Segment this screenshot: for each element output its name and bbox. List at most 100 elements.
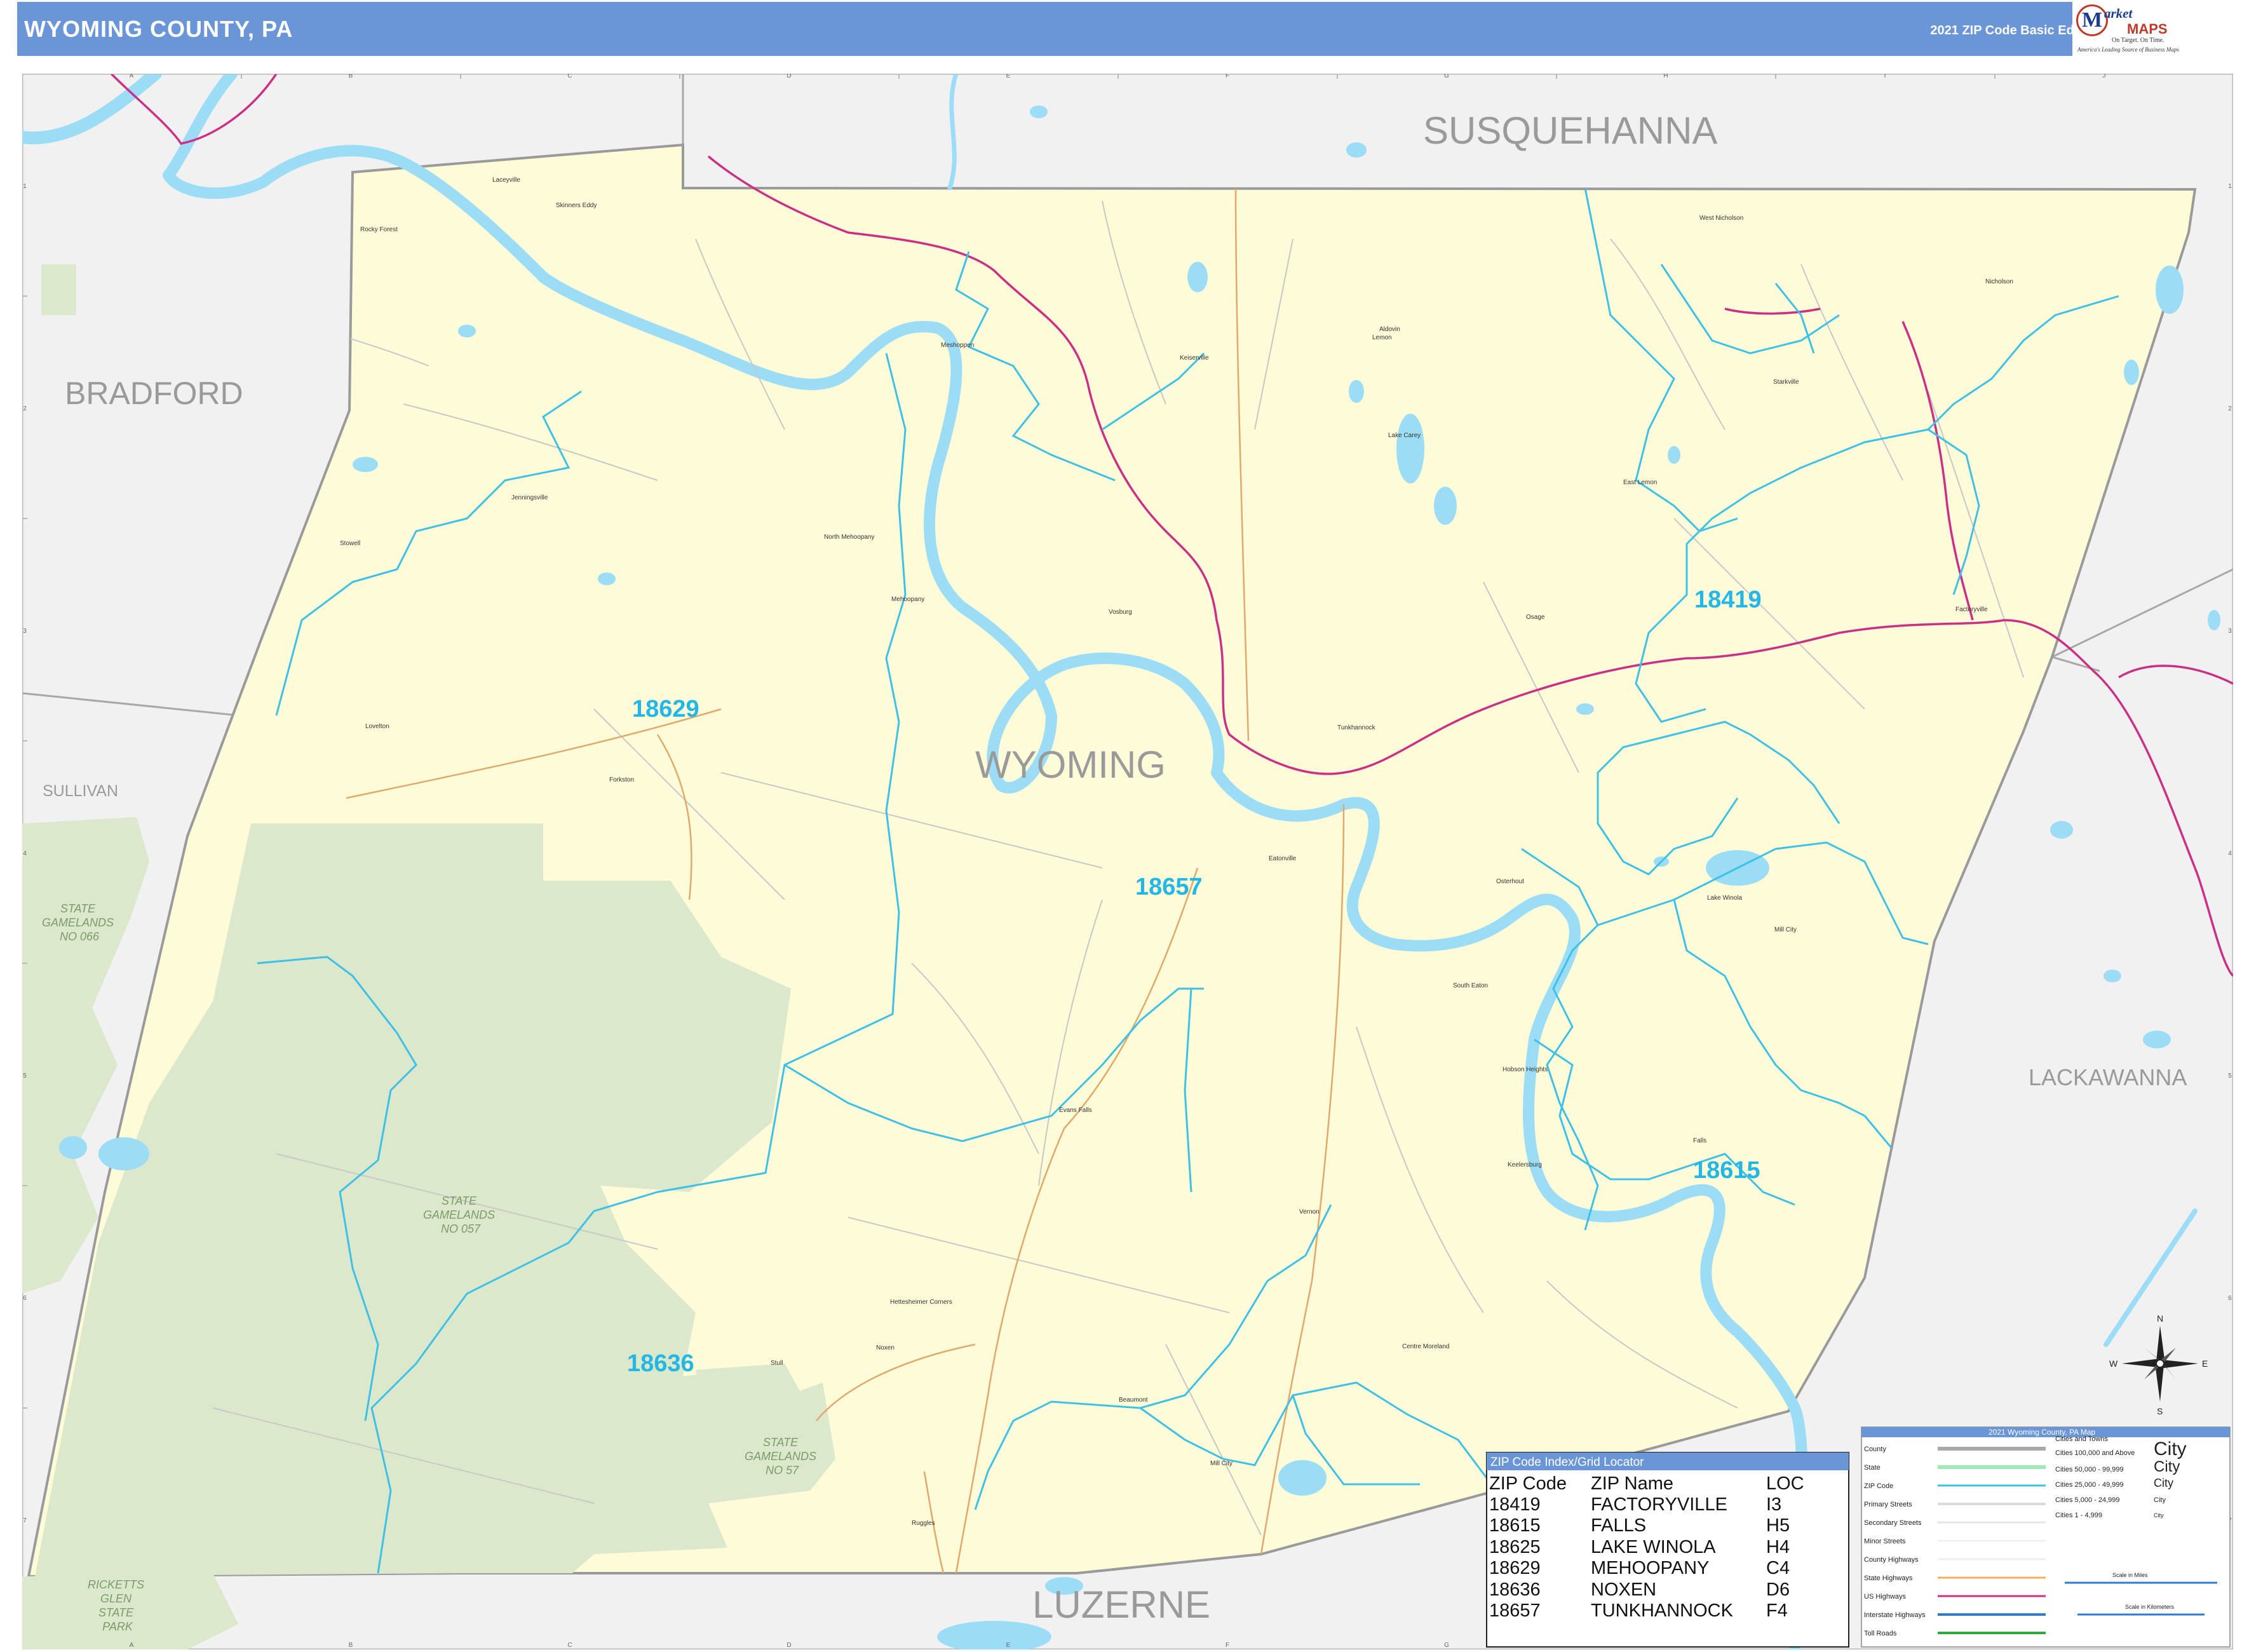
map-canvas[interactable]: A B C D E F G H I J A B C D E F G H I J … bbox=[22, 74, 2233, 1649]
grid-col-a-bottom: A bbox=[130, 1642, 134, 1649]
place-north-mehoopany: North Mehoopany bbox=[824, 534, 875, 541]
map-legend: 2021 Wyoming County, PA Map County State… bbox=[1861, 1426, 2231, 1648]
legend-city-sample-0: City bbox=[2154, 1439, 2187, 1459]
grid-col-g: G bbox=[1444, 74, 1449, 79]
grid-col-g-bottom: G bbox=[1444, 1642, 1449, 1649]
market-maps-logo: M arket MAPS On Target. On Time. America… bbox=[2072, 2, 2193, 56]
legend-label-zip: ZIP Code bbox=[1864, 1482, 1893, 1490]
grid-col-a: A bbox=[130, 74, 134, 79]
zip-label-18636: 18636 bbox=[627, 1350, 694, 1377]
legend-scale-miles-label: Scale in Miles bbox=[2112, 1572, 2148, 1578]
legend-city-range-4: Cities 1 - 4,999 bbox=[2055, 1512, 2102, 1519]
county-label-susquehanna: SUSQUEHANNA bbox=[1423, 109, 1717, 152]
zip-index-row-0-loc: I3 bbox=[1766, 1494, 1781, 1515]
legend-scale-km-label: Scale in Kilometers bbox=[2125, 1604, 2175, 1610]
header-bar: WYOMING COUNTY, PA 2021 ZIP Code Basic E… bbox=[17, 2, 2190, 56]
place-keelersburg: Keelersburg bbox=[1508, 1161, 1542, 1168]
grid-row-2: 2 bbox=[23, 405, 27, 412]
grid-col-f-bottom: F bbox=[1226, 1642, 1229, 1649]
zip-index-row-0-name: FACTORYVILLE bbox=[1591, 1494, 1727, 1515]
park-57-line2: GAMELANDS bbox=[745, 1450, 816, 1463]
county-label-wyoming: WYOMING bbox=[975, 743, 1166, 786]
legend-city-sample-1: City bbox=[2154, 1458, 2180, 1475]
place-keiserville: Keiserville bbox=[1180, 355, 1209, 362]
place-lake-winola: Lake Winola bbox=[1707, 895, 1742, 902]
zip-index-row-5-loc: F4 bbox=[1766, 1601, 1788, 1621]
grid-row-3-right: 3 bbox=[2228, 628, 2232, 635]
compass-w: W bbox=[2109, 1358, 2118, 1369]
place-mehoopany: Mehoopany bbox=[891, 596, 924, 603]
zip-index-row-5-code: 18657 bbox=[1489, 1601, 1541, 1621]
legend-cities-header: Cities and Towns bbox=[2055, 1435, 2108, 1443]
grid-row-6: 6 bbox=[23, 1295, 27, 1302]
place-osage: Osage bbox=[1526, 614, 1545, 621]
park-057-line2: GAMELANDS bbox=[423, 1209, 495, 1221]
place-aldovin: Aldovin bbox=[1379, 326, 1400, 333]
park-57-line3: NO 57 bbox=[766, 1464, 799, 1477]
zip-label-18615: 18615 bbox=[1693, 1157, 1760, 1184]
place-lake-carey: Lake Carey bbox=[1388, 432, 1421, 439]
grid-col-h: H bbox=[1663, 74, 1668, 79]
grid-col-i: I bbox=[1884, 74, 1886, 79]
legend-label-secondary: Secondary Streets bbox=[1864, 1519, 1922, 1527]
place-noxen: Noxen bbox=[876, 1344, 895, 1351]
legend-label-us-hwy: US Highways bbox=[1864, 1593, 1907, 1601]
grid-col-f: F bbox=[1226, 74, 1229, 79]
zip-index-table: ZIP Code Index/Grid Locator ZIP Code ZIP… bbox=[1486, 1452, 1849, 1648]
logo-maps: MAPS bbox=[2127, 21, 2168, 37]
zip-index-header-loc: LOC bbox=[1766, 1473, 1804, 1494]
grid-row-3: 3 bbox=[23, 628, 27, 635]
place-falls: Falls bbox=[1693, 1137, 1706, 1144]
park-057-line1: STATE bbox=[442, 1195, 477, 1207]
legend-label-county: County bbox=[1864, 1446, 1886, 1453]
place-mill-city-south: Mill City bbox=[1210, 1460, 1232, 1467]
place-ruggles: Ruggles bbox=[912, 1520, 935, 1527]
logo-subtag: America's Leading Source of Business Map… bbox=[2077, 46, 2179, 53]
contact-block bbox=[2193, 4, 2240, 53]
grid-col-e-bottom: E bbox=[1006, 1642, 1011, 1649]
park-rg-line3: STATE bbox=[98, 1606, 134, 1619]
compass-s: S bbox=[2157, 1406, 2163, 1416]
grid-row-7: 7 bbox=[23, 1517, 27, 1524]
zip-index-row-4-loc: D6 bbox=[1766, 1580, 1790, 1600]
grid-col-d-bottom: D bbox=[787, 1642, 791, 1649]
legend-label-primary: Primary Streets bbox=[1864, 1501, 1912, 1508]
place-forkston: Forkston bbox=[609, 776, 634, 783]
legend-label-toll: Toll Roads bbox=[1864, 1630, 1897, 1637]
place-beaumont: Beaumont bbox=[1119, 1397, 1148, 1404]
county-label-bradford: BRADFORD bbox=[65, 376, 243, 411]
zip-index-row-4-code: 18636 bbox=[1489, 1580, 1541, 1600]
legend-city-range-1: Cities 50,000 - 99,999 bbox=[2055, 1466, 2124, 1473]
grid-row-2-right: 2 bbox=[2228, 405, 2232, 412]
park-57-line1: STATE bbox=[763, 1436, 799, 1449]
place-south-eaton: South Eaton bbox=[1453, 982, 1488, 989]
place-rocky-forest: Rocky Forest bbox=[360, 226, 398, 233]
park-066-line2: GAMELANDS bbox=[42, 916, 114, 929]
place-jenningsville: Jenningsville bbox=[511, 494, 548, 501]
park-rg-line2: GLEN bbox=[100, 1592, 132, 1605]
place-hettesheimer-corners: Hettesheimer Corners bbox=[890, 1299, 952, 1306]
grid-row-4: 4 bbox=[23, 850, 27, 857]
zip-index-row-3-loc: C4 bbox=[1766, 1558, 1790, 1578]
legend-city-range-3: Cities 5,000 - 24,999 bbox=[2055, 1496, 2120, 1504]
grid-col-c: C bbox=[567, 74, 572, 79]
place-skinners-eddy: Skinners Eddy bbox=[556, 202, 597, 209]
place-laceyville: Laceyville bbox=[492, 177, 520, 184]
zip-index-row-2-name: LAKE WINOLA bbox=[1591, 1537, 1716, 1557]
zip-label-18657: 18657 bbox=[1135, 874, 1203, 900]
zip-index-row-1-name: FALLS bbox=[1591, 1515, 1646, 1536]
legend-city-range-2: Cities 25,000 - 49,999 bbox=[2055, 1481, 2124, 1489]
bradford-park bbox=[41, 264, 76, 315]
zip-index-row-0-code: 18419 bbox=[1489, 1494, 1541, 1515]
logo-tagline: On Target. On Time. bbox=[2112, 37, 2164, 44]
place-starkville: Starkville bbox=[1773, 379, 1799, 386]
place-factoryville: Factoryville bbox=[1955, 606, 1988, 613]
zip-index-row-1-loc: H5 bbox=[1766, 1515, 1790, 1536]
zip-index-row-3-code: 18629 bbox=[1489, 1558, 1541, 1578]
place-eatonville: Eatonville bbox=[1269, 855, 1297, 862]
place-stull: Stull bbox=[771, 1360, 783, 1367]
legend-label-minor: Minor Streets bbox=[1864, 1538, 1906, 1545]
place-hobson-heights: Hobson Heights bbox=[1503, 1066, 1548, 1073]
grid-col-c-bottom: C bbox=[567, 1642, 572, 1649]
county-label-lackawanna: LACKAWANNA bbox=[2029, 1064, 2187, 1090]
